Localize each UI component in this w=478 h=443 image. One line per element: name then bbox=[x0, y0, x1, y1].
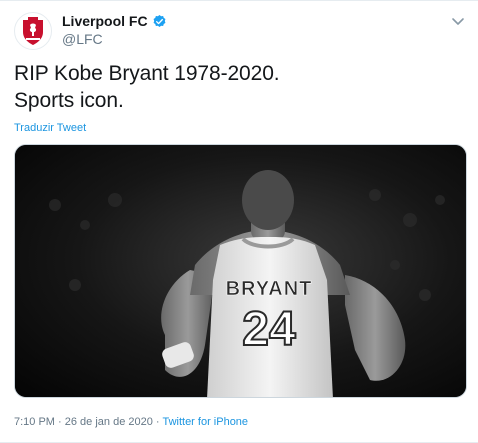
meta-separator: · bbox=[58, 416, 62, 428]
chevron-down-icon[interactable] bbox=[450, 13, 466, 29]
liverpool-crest-icon bbox=[23, 17, 43, 45]
jersey-number: 24 bbox=[242, 303, 296, 356]
account-handle[interactable]: @LFC bbox=[62, 31, 103, 47]
tweet-text: RIP Kobe Bryant 1978-2020. Sports icon. bbox=[14, 62, 280, 112]
tweet-media-photo[interactable]: BRYANT 24 bbox=[14, 144, 467, 398]
tweet-meta: 7:10 PM · 26 de jan de 2020 · Twitter fo… bbox=[14, 416, 248, 428]
tweet-time[interactable]: 7:10 PM bbox=[14, 416, 55, 428]
account-name[interactable]: Liverpool FC bbox=[62, 13, 148, 29]
translate-tweet-link[interactable]: Traduzir Tweet bbox=[14, 122, 86, 134]
tweet-card: Liverpool FC @LFC RIP Kobe Bryant 1978-2… bbox=[0, 0, 478, 443]
tweet-source-link[interactable]: Twitter for iPhone bbox=[162, 416, 248, 428]
account-name-row: Liverpool FC bbox=[62, 13, 167, 29]
verified-badge-icon bbox=[153, 14, 165, 27]
kobe-bryant-photo: BRYANT 24 bbox=[15, 145, 466, 397]
tweet-date[interactable]: 26 de jan de 2020 bbox=[65, 416, 153, 428]
jersey-name: BRYANT bbox=[226, 278, 313, 300]
meta-separator-2: · bbox=[155, 416, 160, 428]
avatar[interactable] bbox=[14, 12, 52, 50]
